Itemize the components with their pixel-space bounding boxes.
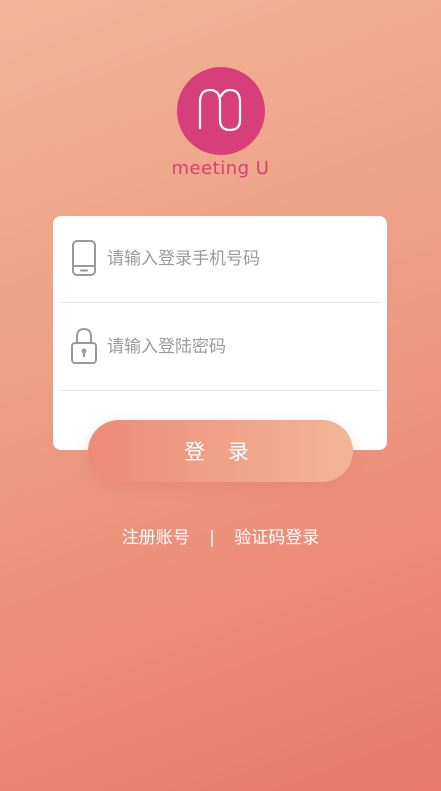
brand-name: meeting U <box>171 158 270 179</box>
secondary-links: 注册账号 | 验证码登录 <box>0 523 441 548</box>
meeting-u-logo-icon <box>176 67 265 155</box>
password-input[interactable] <box>107 332 367 362</box>
login-button[interactable]: 登 录 <box>88 420 353 482</box>
phone-input[interactable] <box>107 244 367 274</box>
app-logo: meeting U <box>0 66 441 179</box>
mobile-phone-icon <box>72 240 96 276</box>
login-form-card <box>53 216 387 450</box>
sms-code-login-link[interactable]: 验证码登录 <box>234 523 319 548</box>
padlock-icon <box>71 327 97 364</box>
password-field-row <box>59 304 381 391</box>
phone-field-row <box>59 216 381 303</box>
register-link[interactable]: 注册账号 <box>122 523 190 548</box>
link-separator: | <box>209 528 215 548</box>
